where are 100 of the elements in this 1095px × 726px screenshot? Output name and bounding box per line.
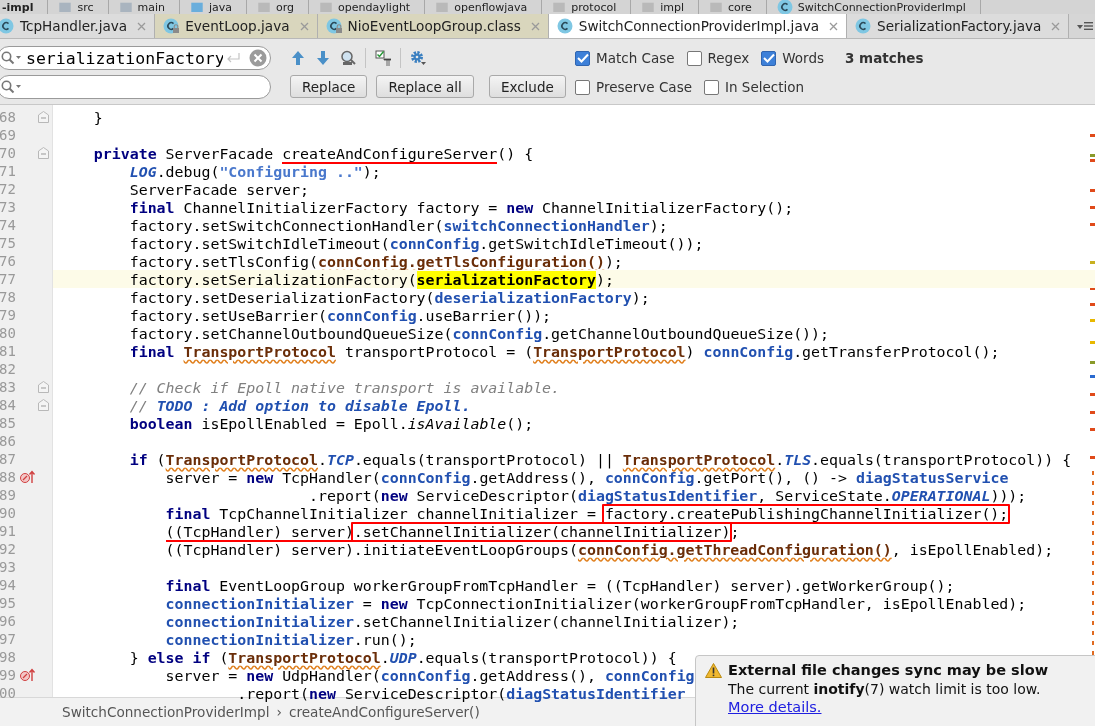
override-icon	[20, 668, 36, 682]
line-number: 82	[0, 360, 17, 378]
breadcrumb-item[interactable]: SwitchConnectionProviderImpl	[62, 704, 270, 720]
close-icon	[1051, 21, 1061, 31]
code-line: final TransportProtocol transportProtocol = (TransportProtocol) connConfig.getTransferProtocol();	[128, 343, 1000, 361]
editor-tab[interactable]: TcpHandler.java	[0, 14, 156, 38]
code-line: connectionInitializer.run();	[164, 631, 417, 649]
enter-icon	[225, 52, 241, 64]
checkbox-filter-icon[interactable]	[375, 50, 391, 66]
code-line: final EventLoopGroup workerGroupFromTcpHandler = ((TcpHandler) server).getWorkerGroup();	[164, 577, 955, 595]
search-icon	[1, 80, 21, 94]
line-number: 98	[0, 648, 17, 666]
line-number: 77	[0, 270, 17, 288]
settings-icon[interactable]	[410, 50, 426, 66]
editor-tab[interactable]: EventLoop.java	[155, 14, 318, 38]
line-number: 86	[0, 432, 17, 450]
class-icon	[776, 0, 793, 14]
close-icon	[530, 21, 540, 31]
line-number: 97	[0, 630, 17, 648]
code-line: factory.setSwitchConnectionHandler(switchConnectionHandler);	[128, 217, 668, 235]
line-number: 92	[0, 540, 17, 558]
locked-class-icon	[163, 18, 180, 34]
line-number: 85	[0, 414, 17, 432]
locked-class-icon	[325, 18, 342, 34]
code-line: ((TcpHandler) server).initiateEventLoopGroups(connConfig.getThreadConfiguration(), isEpollEnabled);	[164, 541, 1054, 559]
option-checkbox[interactable]: Match Case	[575, 50, 675, 66]
class-icon	[556, 18, 573, 34]
find-button[interactable]: Exclude	[488, 75, 566, 98]
code-line: if (TransportProtocol.TCP.equals(transportProtocol) || TransportProtocol.TLS.equals(transportProtocol)) {	[128, 451, 1072, 469]
magnifier-icon[interactable]	[340, 50, 356, 66]
code-line: factory.setDeserializationFactory(deserializationFactory);	[128, 289, 650, 307]
search-icon	[1, 51, 21, 65]
close-icon	[829, 21, 839, 31]
replace-field[interactable]	[0, 75, 271, 99]
line-number: 69	[0, 126, 17, 144]
up-arrow-icon[interactable]	[290, 50, 306, 66]
code-line: .report(new ServiceDescriptor(diagStatusIdentifier, ServiceState.OPERATIONAL)));	[308, 487, 1027, 505]
find-button[interactable]: Replace	[290, 75, 368, 98]
code-line: // Check if Epoll native transport is available.	[128, 379, 561, 397]
fold-marker-icon	[38, 399, 49, 411]
line-number: 91	[0, 522, 17, 540]
more-details-link[interactable]: More details.	[705, 699, 822, 715]
checkmark-icon	[762, 53, 775, 63]
option-checkbox[interactable]: Regex	[686, 50, 750, 66]
close-icon	[299, 21, 309, 31]
folder-icon	[58, 2, 73, 12]
line-number: 87	[0, 450, 17, 468]
code-line: // TODO : Add option to disable Epoll.	[128, 397, 471, 415]
code-line: factory.setTlsConfig(connConfig.getTlsConfiguration());	[128, 253, 623, 271]
line-number: 78	[0, 288, 17, 306]
editor-tab[interactable]: SwitchConnectionProviderImpl.java	[548, 14, 848, 38]
option-checkbox[interactable]: In Selection	[704, 79, 805, 95]
code-line: LOG.debug("Configuring ..");	[128, 163, 381, 181]
option-checkbox[interactable]: Words	[761, 50, 824, 66]
line-number: 83	[0, 378, 17, 396]
code-line: factory.setChannelOutboundQueueSize(connConfig.getChannelOutboundQueueSize());	[128, 325, 829, 343]
find-button[interactable]: Replace all	[376, 75, 474, 98]
folder-icon	[435, 2, 450, 12]
line-number: 79	[0, 306, 17, 324]
line-number: 84	[0, 396, 17, 414]
fold-marker-icon	[38, 111, 49, 123]
down-arrow-icon[interactable]	[315, 50, 331, 66]
line-number: 73	[0, 198, 17, 216]
line-number: 74	[0, 216, 17, 234]
line-number: 94	[0, 576, 17, 594]
code-line: server = new TcpHandler(connConfig.getAddress(), connConfig.getPort(), () -> diagStatusService	[164, 469, 1009, 487]
match-count: 3 matches	[845, 50, 924, 66]
line-number: 72	[0, 180, 17, 198]
folder-icon	[257, 2, 272, 12]
option-checkbox[interactable]: Preserve Case	[575, 79, 692, 95]
code-line: server = new UdpHandler(connConfig.getAddress(), connConfig	[164, 667, 695, 685]
code-line: factory.setSwitchIdleTimeout(connConfig.getSwitchIdleTimeout());	[128, 235, 704, 253]
line-number: 71	[0, 162, 17, 180]
code-line: final TcpChannelInitializer channelInitializer = factory.createPublishingChannelInitializer();	[164, 505, 1009, 523]
line-number: 99	[0, 666, 17, 684]
notification-title: External file changes sync may be slow	[728, 662, 1049, 678]
checkmark-icon	[576, 53, 589, 63]
line-number: 70	[0, 144, 17, 162]
code-line: connectionInitializer = new TcpConnectionInitializer(workerGroupFromTcpHandler, isEpollEnabled);	[164, 595, 1027, 613]
line-number: 76	[0, 252, 17, 270]
code-line: connectionInitializer.setChannelInitializer(channelInitializer);	[164, 613, 740, 631]
clear-icon	[249, 49, 267, 67]
editor-tab[interactable]: NioEventLoopGroup.class	[317, 14, 549, 38]
line-number: 93	[0, 558, 17, 576]
folder-icon	[190, 2, 204, 12]
code-line: factory.setUseBarrier(connConfig.useBarrier());	[128, 307, 552, 325]
class-icon	[855, 18, 872, 34]
line-number: 80	[0, 324, 17, 342]
folder-icon	[118, 2, 133, 12]
code-line: } else if (TransportProtocol.UDP.equals(transportProtocol)) {	[128, 649, 677, 667]
code-line: ((TcpHandler) server).setChannelInitializer(channelInitializer);	[164, 523, 740, 541]
code-line: final ChannelInitializerFactory factory = new ChannelInitializerFactory();	[128, 199, 794, 217]
folder-icon	[552, 2, 567, 12]
code-line: private ServerFacade createAndConfigureServer() {	[92, 145, 534, 163]
breadcrumb-item[interactable]: createAndConfigureServer()	[288, 704, 480, 720]
line-number: 90	[0, 504, 17, 522]
code-line: ServerFacade server;	[128, 181, 310, 199]
editor-tab[interactable]: SerializationFactory.java	[847, 14, 1070, 38]
line-number: 00	[0, 684, 17, 702]
code-line: }	[92, 109, 103, 127]
